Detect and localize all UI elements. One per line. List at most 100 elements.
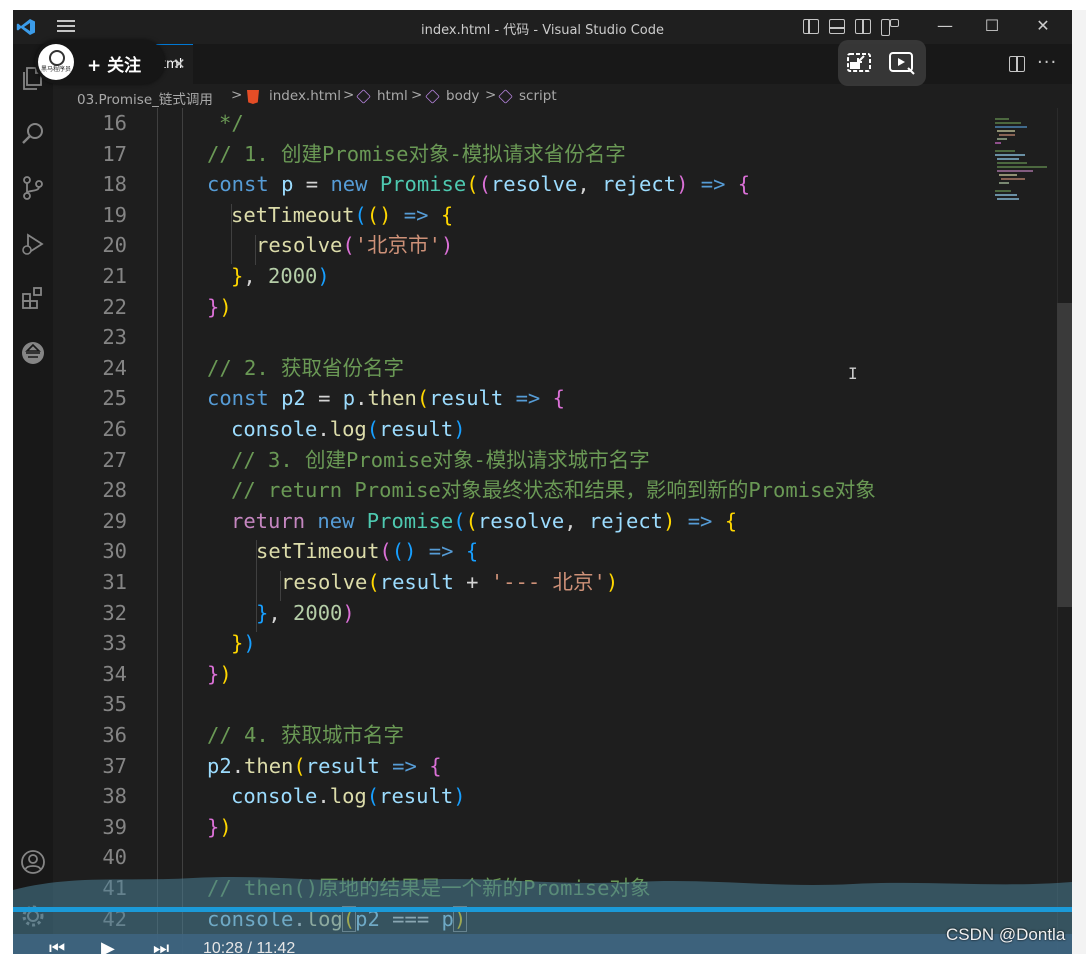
source-control-icon[interactable] <box>19 174 47 202</box>
code-token: console <box>231 784 318 809</box>
code-token: */ <box>219 111 244 135</box>
avatar-text: 黑马程序员 <box>40 66 71 73</box>
maximize-button[interactable]: ☐ <box>978 15 1006 37</box>
html5-file-icon <box>247 90 259 104</box>
search-icon[interactable] <box>19 120 47 148</box>
line-number: 19 <box>102 202 127 227</box>
code-token: p <box>342 386 356 411</box>
code-token: resolve <box>281 570 368 594</box>
line-number: 40 <box>102 845 127 870</box>
picture-in-picture-icon[interactable] <box>846 50 874 76</box>
next-icon[interactable]: ⏭ <box>153 938 169 954</box>
video-player-controls <box>838 40 926 86</box>
code-token: return <box>231 508 306 533</box>
code-token: // 4. 获取城市名字 <box>207 723 405 747</box>
code-token: => <box>687 508 713 533</box>
line-number: 38 <box>102 784 127 809</box>
page-edge <box>1072 10 1086 954</box>
code-line: 19 setTimeout(() => { <box>53 200 1057 231</box>
code-token: // return Promise对象最终状态和结果，影响到新的Promise对… <box>231 478 876 503</box>
code-token: => <box>515 386 541 411</box>
breadcrumb-html[interactable]: html <box>377 88 408 104</box>
code-line: 27 // 3. 创建Promise对象-模拟请求城市名字 <box>53 445 1057 476</box>
code-line: 20 resolve('北京市') <box>53 230 1057 261</box>
follow-label: + 关注 <box>87 56 142 76</box>
code-token: result <box>429 386 504 411</box>
code-token: p2 <box>281 386 306 411</box>
code-line: 38 console.log(result) <box>53 781 1057 812</box>
code-token: then <box>367 386 417 411</box>
line-number: 26 <box>102 417 127 441</box>
code-line: 31 resolve(result + '--- 北京') <box>53 567 1057 598</box>
code-line: 21}, 2000) <box>53 261 1057 292</box>
video-time: 10:28 / 11:42 <box>203 940 296 954</box>
symbol-element-icon <box>498 89 513 104</box>
code-editor[interactable]: 16 */ 17 // 1. 创建Promise对象-模拟请求省份名字 18 cons… <box>53 108 1057 954</box>
code-line: 32}, 2000) <box>53 598 1057 629</box>
code-token: '--- 北京' <box>490 570 606 594</box>
status-bar <box>13 934 1072 954</box>
code-token: Promise <box>379 172 467 197</box>
symbol-element-icon <box>425 89 440 104</box>
line-number: 33 <box>102 631 127 656</box>
close-button[interactable]: ✕ <box>1029 15 1057 37</box>
code-token: resolve <box>490 172 578 197</box>
breadcrumb-separator: > <box>411 87 423 103</box>
code-token: reject <box>602 172 677 197</box>
code-token: // 1. 创建Promise对象-模拟请求省份名字 <box>207 141 626 166</box>
code-token: = <box>318 386 331 411</box>
window-title: index.html - 代码 - Visual Studio Code <box>421 23 664 38</box>
code-line: 35 <box>53 689 1057 720</box>
code-token: result <box>379 784 454 809</box>
breadcrumb-separator: > <box>231 87 243 103</box>
code-token: => <box>700 172 726 197</box>
remote-explorer-icon[interactable] <box>19 339 47 367</box>
toggle-secondary-sidebar-icon[interactable] <box>855 19 871 34</box>
extensions-icon[interactable] <box>19 284 47 312</box>
code-line: 39}) <box>53 812 1057 843</box>
toggle-primary-sidebar-icon[interactable] <box>803 19 819 34</box>
code-token: => <box>392 753 417 778</box>
more-actions-icon[interactable]: ··· <box>1037 52 1057 73</box>
line-number: 31 <box>102 570 127 594</box>
code-token: setTimeout <box>256 539 380 564</box>
code-line: 36 // 4. 获取城市名字 <box>53 720 1057 751</box>
line-number: 35 <box>102 692 127 717</box>
play-icon[interactable]: ▶ <box>101 938 115 954</box>
previous-icon[interactable]: ⏮ <box>49 938 65 954</box>
minimap[interactable] <box>993 108 1057 954</box>
line-number: 27 <box>102 447 127 472</box>
breadcrumb-folder[interactable]: 03.Promise_链式调用 <box>77 88 213 108</box>
run-debug-icon[interactable] <box>19 230 47 258</box>
code-line: 40 <box>53 842 1057 873</box>
code-line: 26 console.log(result) <box>53 414 1057 445</box>
code-token: console <box>231 417 318 441</box>
follow-button[interactable]: 黑马程序员 + 关注 <box>35 40 165 84</box>
code-line: 33}) <box>53 628 1057 659</box>
line-number: 20 <box>102 233 127 258</box>
code-line: 37 p2.then(result => { <box>53 751 1057 782</box>
breadcrumb-separator: > <box>343 87 355 103</box>
video-play-icon[interactable] <box>888 50 916 76</box>
code-token: result <box>379 570 454 594</box>
breadcrumb-body[interactable]: body <box>446 88 479 104</box>
avatar: 黑马程序员 <box>38 44 74 80</box>
line-number: 28 <box>102 478 127 503</box>
tab-close-icon[interactable]: ✕ <box>173 55 186 73</box>
code-line: 18 const p = new Promise((resolve, reject… <box>53 169 1057 200</box>
minimize-button[interactable]: — <box>931 15 959 37</box>
line-number: 24 <box>102 355 127 380</box>
code-token: log <box>329 784 367 809</box>
split-editor-icon[interactable] <box>1009 56 1025 72</box>
breadcrumb-file[interactable]: index.html <box>269 88 341 104</box>
code-token: // 2. 获取省份名字 <box>207 355 405 380</box>
toggle-panel-icon[interactable] <box>829 19 845 34</box>
code-line: 17 // 1. 创建Promise对象-模拟请求省份名字 <box>53 139 1057 170</box>
code-token: log <box>329 417 367 441</box>
code-token: const <box>207 172 269 197</box>
code-token: then <box>244 753 294 778</box>
breadcrumb-script[interactable]: script <box>519 88 557 104</box>
scrollbar-thumb[interactable] <box>1057 303 1072 607</box>
video-progress-bar[interactable] <box>13 907 1072 912</box>
customize-layout-icon[interactable] <box>881 19 899 36</box>
